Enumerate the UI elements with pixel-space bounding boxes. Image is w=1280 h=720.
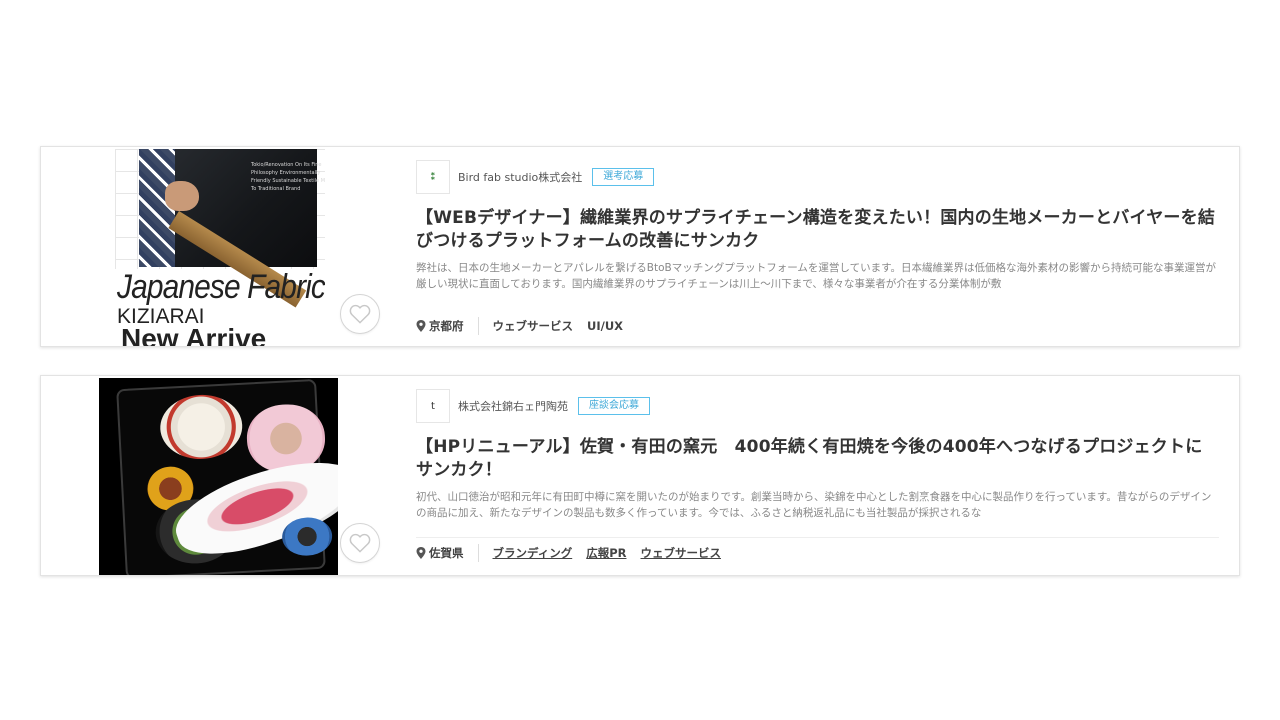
location-label: 佐賀県 — [429, 546, 464, 560]
project-thumbnail[interactable] — [99, 378, 338, 575]
category-tag: ウェブサービス — [492, 319, 574, 333]
heart-icon — [349, 304, 371, 324]
thumbnail-caption: Tokio/Renovation On Its Fine Philosophy … — [251, 162, 325, 192]
project-info: t 株式会社錦右ェ門陶苑 座談会応募 【HPリニューアル】佐賀・有田の窯元 40… — [416, 376, 1219, 575]
project-title[interactable]: 【WEBデザイナー】繊維業界のサプライチェーン構造を変えたい！国内の生地メーカー… — [416, 207, 1219, 253]
project-meta: 京都府 ウェブサービス UI/UX — [416, 317, 637, 335]
location-label: 京都府 — [429, 319, 464, 333]
company-logo[interactable]: ⁑ — [416, 160, 450, 194]
category-tag-link[interactable]: ウェブサービス — [641, 545, 722, 561]
project-description: 弊社は、日本の生地メーカーとアパレルを繋げるBtoBマッチングプラットフォームを… — [416, 262, 1217, 290]
project-meta: 佐賀県 ブランディング 広報PR ウェブサービス — [416, 544, 735, 562]
favorite-button[interactable] — [340, 294, 380, 334]
project-card[interactable]: t 株式会社錦右ェ門陶苑 座談会応募 【HPリニューアル】佐賀・有田の窯元 40… — [40, 375, 1240, 576]
location-pin-icon — [416, 547, 426, 559]
company-row: t 株式会社錦右ェ門陶苑 座談会応募 — [416, 388, 650, 424]
project-info: ⁑ Bird fab studio株式会社 選考応募 【WEBデザイナー】繊維業… — [416, 147, 1219, 346]
thumbnail-heading: Japanese Fabric — [117, 268, 325, 306]
divider — [416, 537, 1219, 538]
divider — [477, 317, 479, 335]
thumbnail-subheading: New Arrive — [121, 323, 267, 347]
company-name[interactable]: 株式会社錦右ェ門陶苑 — [458, 398, 568, 414]
apply-type-badge: 選考応募 — [592, 168, 655, 186]
thumbnail-photo — [116, 378, 338, 575]
category-tag: UI/UX — [587, 319, 624, 333]
category-tag-link[interactable]: ブランディング — [493, 545, 573, 561]
divider — [477, 544, 479, 562]
project-description: 初代、山口徳治が昭和元年に有田町中樽に窯を開いたのが始まりです。創業当時から、染… — [416, 491, 1212, 519]
project-thumbnail[interactable]: Tokio/Renovation On Its Fine Philosophy … — [115, 149, 325, 347]
project-title[interactable]: 【HPリニューアル】佐賀・有田の窯元 400年続く有田焼を今後の400年へつなげ… — [416, 436, 1219, 482]
category-tag-link[interactable]: 広報PR — [586, 545, 626, 561]
project-card[interactable]: Tokio/Renovation On Its Fine Philosophy … — [40, 146, 1240, 347]
company-name[interactable]: Bird fab studio株式会社 — [458, 169, 582, 185]
company-logo[interactable]: t — [416, 389, 450, 423]
heart-icon — [349, 533, 371, 553]
location-pin-icon — [416, 320, 426, 332]
apply-type-badge: 座談会応募 — [578, 397, 650, 415]
thumbnail-photo: Tokio/Renovation On Its Fine Philosophy … — [139, 149, 325, 308]
favorite-button[interactable] — [340, 523, 380, 563]
company-row: ⁑ Bird fab studio株式会社 選考応募 — [416, 159, 655, 195]
